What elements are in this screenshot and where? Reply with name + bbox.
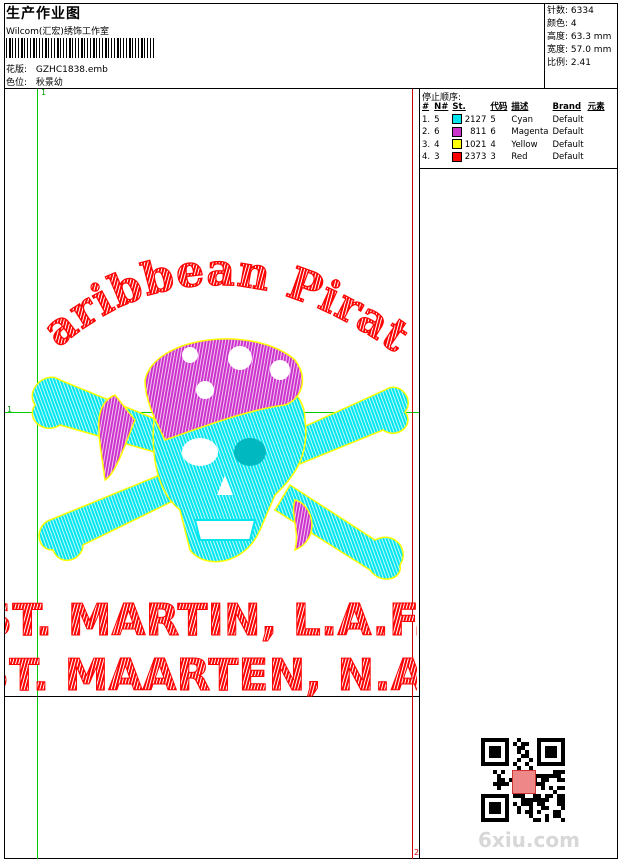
skull-eye-right	[234, 438, 266, 466]
qr-center-logo	[512, 770, 536, 794]
stat-label: 针数:	[547, 6, 569, 16]
sequence-cell-n: 1.	[422, 114, 431, 125]
sequence-cell-code: 6	[490, 127, 496, 137]
color-swatch	[452, 139, 463, 149]
stat-value: 57.0 mm	[568, 45, 612, 55]
sequence-cell-stitches: 811	[450, 126, 488, 139]
bandana-dot-4	[196, 381, 214, 399]
sequence-row: 2. 6 811 6 Magenta Default	[420, 126, 607, 139]
page-title: 生产作业图	[6, 6, 81, 22]
sequence-cell-stitches: 1021	[450, 139, 488, 152]
marker-bottom: 2	[414, 848, 420, 857]
sequence-cell-nn: 6	[434, 127, 440, 137]
sequence-cell-code: 3	[490, 152, 496, 162]
stats-list: 针数: 6334 颜色: 4 高度: 63.3 mm 宽度: 57.0 mm 比例: 2…	[547, 5, 611, 70]
sequence-row: 3. 4 1021 4 Yellow Default	[420, 139, 607, 152]
sequence-cell-brand: Default	[552, 114, 584, 125]
stat-value: 2.41	[568, 58, 591, 68]
sequence-cell-desc: Red	[511, 152, 528, 162]
stat-row: 宽度: 57.0 mm	[547, 44, 611, 57]
design-value: GZHC1838.emb	[35, 65, 108, 75]
sequence-cell-nn: 4	[434, 139, 440, 150]
software-name: Wilcom(汇宏)绣饰工作室	[6, 27, 109, 37]
sequence-cell-nn: 5	[434, 114, 440, 125]
barcode	[6, 38, 154, 58]
stat-label: 宽度:	[547, 45, 569, 55]
bone-left-bottom	[38, 474, 177, 562]
sequence-cell-brand: Default	[552, 152, 584, 162]
skull-teeth	[193, 519, 257, 541]
stat-label: 比例:	[547, 58, 569, 68]
sequence-cell-brand: Default	[552, 127, 584, 137]
stat-label: 颜色:	[547, 19, 569, 29]
sequence-header: 元素	[587, 102, 605, 112]
sequence-table: # N# St. 代码 描述 Brand 元素 1. 5 2127 5 Cyan Default 2.…	[420, 101, 607, 164]
sequence-row: 1. 5 2127 5 Cyan Default	[420, 114, 607, 127]
sequence-header: #	[422, 102, 430, 112]
design-name-row: 花版: GZHC1838.emb	[6, 62, 108, 75]
stat-value: 4	[568, 19, 577, 29]
sequence-cell-desc: Cyan	[511, 114, 533, 125]
stat-row: 颜色: 4	[547, 18, 611, 31]
sequence-cell-nn: 3	[434, 152, 440, 162]
sequence-cell-stitches: 2373	[450, 151, 488, 164]
color-swatch	[452, 151, 463, 162]
bone-right-bottom	[273, 483, 404, 580]
sequence-cell-stitches: 2127	[450, 114, 488, 127]
color-swatch	[452, 126, 463, 137]
sequence-row: 4. 3 2373 3 Red Default	[420, 151, 607, 164]
sequence-cell-n: 4.	[422, 152, 431, 162]
sequence-header: N#	[434, 102, 449, 112]
sequence-cell-element	[586, 139, 607, 152]
sequence-header: Brand	[552, 102, 582, 112]
watermark-text: 6xiu.com	[478, 828, 580, 852]
sequence-cell-desc: Magenta	[511, 127, 549, 137]
marker-top: 1	[41, 88, 47, 97]
stitch-count: 1021	[464, 139, 487, 150]
stitch-count: 811	[470, 127, 487, 137]
sequence-header: 描述	[511, 102, 529, 112]
color-swatch	[452, 114, 463, 124]
stat-row: 针数: 6334	[547, 5, 611, 18]
sequence-cell-n: 2.	[422, 127, 431, 137]
stat-value: 63.3 mm	[568, 32, 612, 42]
colorway-label: 色位:	[6, 78, 28, 88]
stat-label: 高度:	[547, 32, 569, 42]
bandana-dot-1	[228, 346, 252, 370]
design-line-1: ST. MARTIN, L.A.F.	[5, 595, 417, 646]
sequence-cell-element	[586, 114, 607, 127]
sequence-divider	[419, 168, 618, 169]
sequence-header: 代码	[490, 102, 508, 112]
sequence-cell-code: 5	[490, 114, 496, 125]
bandana-dot-2	[270, 360, 290, 380]
stitch-count: 2127	[464, 114, 487, 125]
sequence-cell-brand: Default	[552, 139, 584, 150]
sequence-cell-element	[586, 151, 607, 164]
stat-row: 比例: 2.41	[547, 57, 611, 70]
embroidery-design: Caribbean Pirate ST. MARTIN, L.A.F. ST. …	[5, 230, 417, 700]
sequence-cell-element	[586, 126, 607, 139]
stat-row: 高度: 63.3 mm	[547, 31, 611, 44]
sequence-header: St.	[452, 102, 466, 112]
sequence-cell-desc: Yellow	[511, 139, 538, 150]
sequence-cell-n: 3.	[422, 139, 431, 150]
design-label: 花版:	[6, 65, 28, 75]
colorway-value: 秋景幼	[35, 78, 63, 88]
design-line-2: ST. MAARTEN, N.A.	[5, 650, 417, 700]
colorway-row: 色位: 秋景幼	[6, 75, 63, 88]
bandana-dot-3	[182, 347, 198, 363]
skull-eye-left	[182, 438, 218, 466]
stitch-count: 2373	[464, 152, 487, 162]
sequence-cell-code: 4	[490, 139, 496, 150]
stat-value: 6334	[568, 6, 594, 16]
